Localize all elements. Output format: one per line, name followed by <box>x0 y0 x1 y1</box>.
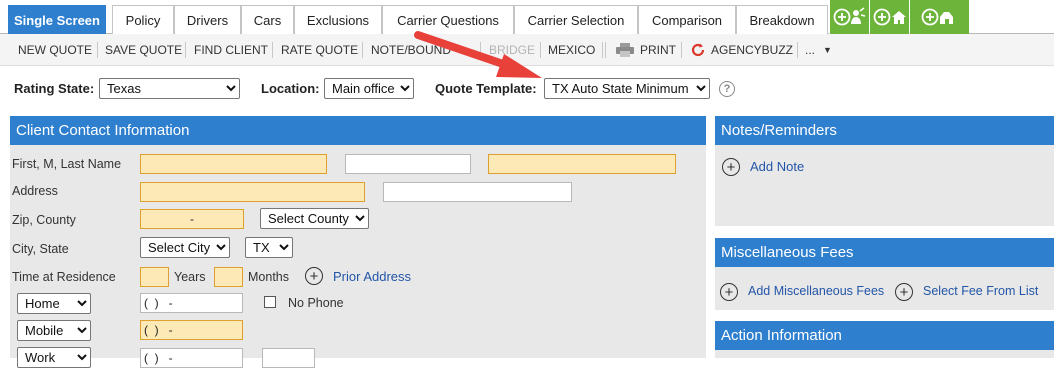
annotation-arrow-icon <box>414 31 542 78</box>
